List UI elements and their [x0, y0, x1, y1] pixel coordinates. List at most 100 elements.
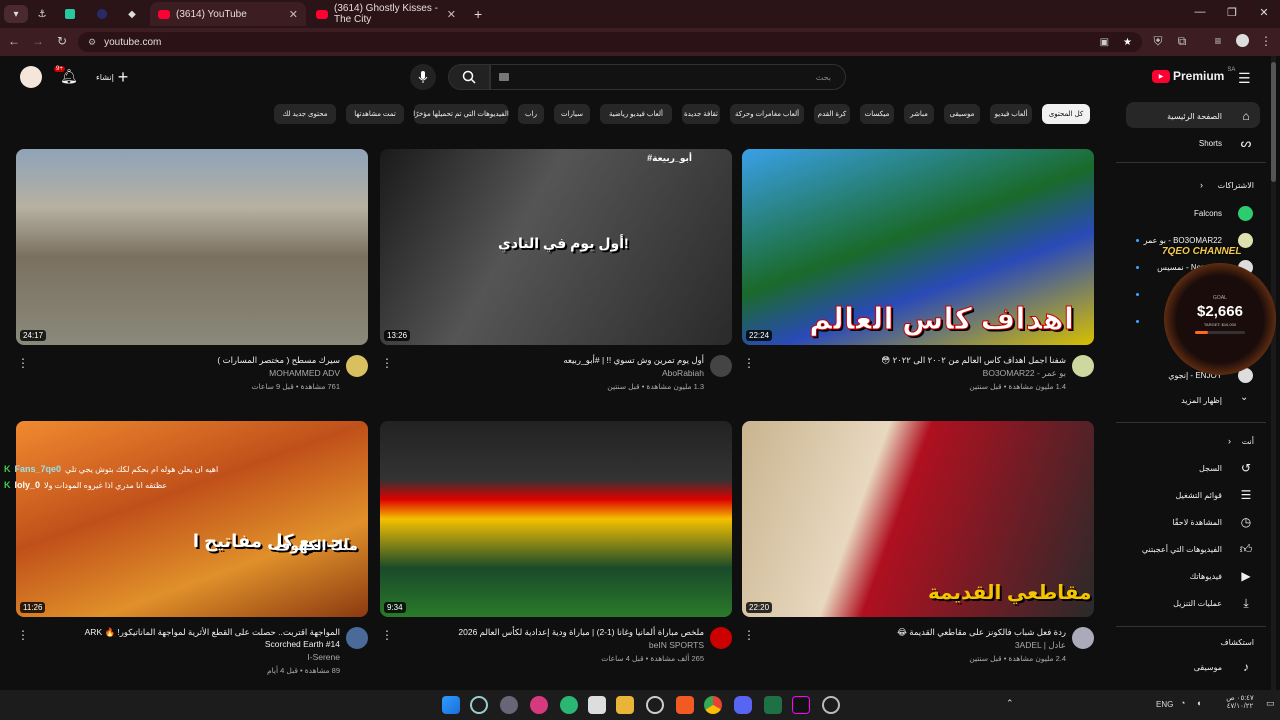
tab-youtube[interactable]: (3614) YouTube ✕ [150, 2, 306, 26]
tab-search-icon[interactable]: ▾ [4, 5, 28, 23]
more-actions-icon[interactable]: ⋮ [381, 357, 393, 369]
close-window-icon[interactable]: ✕ [1254, 6, 1274, 19]
brave-icon[interactable] [676, 696, 694, 714]
subscription-item[interactable]: BO3OMAR22 - بو عمر [1144, 236, 1222, 245]
chip-11[interactable]: الفيديوهات التي تم تحميلها مؤخرًا [413, 104, 509, 124]
sidebar-item-you-2[interactable]: المشاهدة لاحقًا [1172, 518, 1222, 527]
chip-9[interactable]: سيارات [554, 104, 590, 124]
reading-list-icon[interactable]: ≡ [1210, 34, 1226, 48]
browser-menu-icon[interactable]: ⋮ [1258, 34, 1274, 48]
pinned-tab-gem-icon[interactable]: ◆ [120, 5, 144, 23]
sidebar-scrollbar[interactable] [1271, 56, 1276, 690]
sidebar-item-music[interactable]: موسيقى [1194, 663, 1222, 672]
subscription-item[interactable]: Falcons [1194, 209, 1222, 218]
shield-extension-icon[interactable]: ⛨ [1150, 34, 1166, 49]
reload-icon[interactable]: ↻ [54, 34, 70, 48]
chip-10[interactable]: راب [518, 104, 544, 124]
chip-3[interactable]: مباشر [904, 104, 934, 124]
extensions-icon[interactable]: ⧉ [1174, 34, 1190, 49]
channel-avatar[interactable] [346, 627, 368, 649]
search-icon[interactable] [470, 696, 488, 714]
video-thumbnail[interactable]: 22:24 اهداف كاس العالم [742, 149, 1094, 345]
voice-search-button[interactable] [410, 64, 436, 90]
volume-icon[interactable]: ◖ [1196, 698, 1201, 708]
app-icon[interactable] [588, 696, 606, 714]
wifi-icon[interactable]: ◔ [1180, 698, 1185, 708]
show-more-button[interactable]: إظهار المزيد [1181, 396, 1222, 405]
bookmark-star-icon[interactable]: ★ [1123, 37, 1132, 48]
chip-0[interactable]: كل المحتوى [1042, 104, 1090, 124]
pinned-tab-app-icon[interactable] [58, 5, 82, 23]
close-tab-icon[interactable]: ✕ [289, 8, 298, 21]
video-title[interactable]: المواجهة اقتربت.. حصلت على القطع الأثرية… [40, 626, 340, 638]
profile-avatar[interactable] [1234, 34, 1250, 50]
channel-name[interactable]: BO3OMAR22 - بو عمر [983, 368, 1066, 379]
video-title[interactable]: سيرك مسطح ( مختصر المسارات ) [40, 354, 340, 366]
chip-8[interactable]: ألعاب فيديو رياضية [600, 104, 672, 124]
chip-2[interactable]: موسيقى [944, 104, 980, 124]
install-app-icon[interactable]: ▣ [1100, 37, 1109, 48]
search-button[interactable] [448, 64, 490, 90]
pinned-tab-anchor-icon[interactable]: ⚓ [30, 5, 54, 23]
chip-1[interactable]: ألعاب فيديو [990, 104, 1032, 124]
tiktok-icon[interactable] [792, 696, 810, 714]
shorts-icon[interactable]: ᔕ [1238, 135, 1254, 151]
video-title[interactable]: أول يوم تمرين وش تسوي !! | #أبو_ربيعه [404, 354, 704, 366]
language-indicator[interactable]: ENG [1156, 700, 1173, 709]
video-thumbnail[interactable]: 9:34 [380, 421, 732, 617]
channel-avatar[interactable] [710, 355, 732, 377]
back-icon[interactable]: ← [6, 34, 22, 48]
chip-12[interactable]: تمت مشاهدتها [346, 104, 404, 124]
site-info-icon[interactable]: ⚙ [88, 37, 96, 48]
sidebar-item-you-0[interactable]: السجل [1199, 464, 1222, 473]
telegram-icon[interactable] [560, 696, 578, 714]
new-tab-button[interactable]: + [466, 2, 486, 26]
more-actions-icon[interactable]: ⋮ [17, 629, 29, 641]
channel-name[interactable]: beIN SPORTS [649, 640, 704, 650]
chrome-icon[interactable] [704, 696, 722, 714]
sidebar-item-you-4[interactable]: فيديوهاتك [1190, 572, 1222, 581]
forward-icon[interactable]: → [30, 34, 46, 48]
channel-avatar[interactable] [1072, 627, 1094, 649]
more-actions-icon[interactable]: ⋮ [381, 629, 393, 641]
video-title[interactable]: ملخص مباراة ألمانيا وغانا (1-2) | مباراة… [404, 626, 704, 638]
video-thumbnail[interactable]: 11:26 تجميع كل مفاتيح ا ملك الكهوف [16, 421, 368, 617]
chip-4[interactable]: ميكسات [860, 104, 894, 124]
account-avatar[interactable] [20, 66, 42, 88]
tab-ghostly-kisses[interactable]: (3614) Ghostly Kisses - The City ✕ [308, 2, 464, 26]
sidebar-label-shorts[interactable]: Shorts [1199, 139, 1222, 148]
channel-name[interactable]: MOHAMMED ADV [269, 368, 340, 378]
channel-avatar[interactable] [710, 627, 732, 649]
channel-name[interactable]: AboRabiah [662, 368, 704, 378]
subscriptions-header[interactable]: الاشتراكات [1218, 181, 1254, 190]
notification-icon[interactable]: ▭ [1266, 698, 1275, 709]
search-input[interactable]: بحث [490, 64, 846, 90]
windows-start-icon[interactable] [442, 696, 460, 714]
obs-icon[interactable] [646, 696, 664, 714]
video-thumbnail[interactable]: 13:26 أول يوم في النادي! #أبو_ربيعة [380, 149, 732, 345]
youtube-premium-logo[interactable]: ▶ Premium SA [1152, 67, 1235, 83]
video-thumbnail[interactable]: 22:20 مقاطعي القديمة [742, 421, 1094, 617]
video-thumbnail[interactable]: 24:17 [16, 149, 368, 345]
minimize-icon[interactable]: — [1190, 6, 1210, 18]
channel-avatar[interactable] [346, 355, 368, 377]
tray-chevron-icon[interactable]: ⌃ [1006, 698, 1014, 709]
settings-icon[interactable] [500, 696, 518, 714]
more-actions-icon[interactable]: ⋮ [743, 629, 755, 641]
subscription-avatar[interactable] [1238, 206, 1253, 221]
close-tab-icon[interactable]: ✕ [447, 8, 456, 21]
sidebar-item-you-3[interactable]: الفيديوهات التي أعجبتني [1142, 545, 1222, 554]
more-actions-icon[interactable]: ⋮ [743, 357, 755, 369]
excel-icon[interactable] [764, 696, 782, 714]
channel-name[interactable]: I-Serene [307, 652, 340, 662]
more-actions-icon[interactable]: ⋮ [17, 357, 29, 369]
keyboard-icon[interactable] [499, 73, 509, 81]
app-icon[interactable] [530, 696, 548, 714]
chip-7[interactable]: ثقافة جديدة [682, 104, 720, 124]
video-title[interactable]: شفنا اجمل اهداف كاس العالم من ٢٠٠٢ الى ٢… [766, 354, 1066, 366]
create-button[interactable]: إنشاء + [96, 68, 128, 86]
you-header[interactable]: أنت [1242, 437, 1254, 446]
chip-6[interactable]: ألعاب مغامرات وحركة [730, 104, 804, 124]
maximize-icon[interactable]: ❐ [1222, 6, 1242, 19]
channel-name[interactable]: 3ADEL | عادل [1015, 640, 1066, 651]
